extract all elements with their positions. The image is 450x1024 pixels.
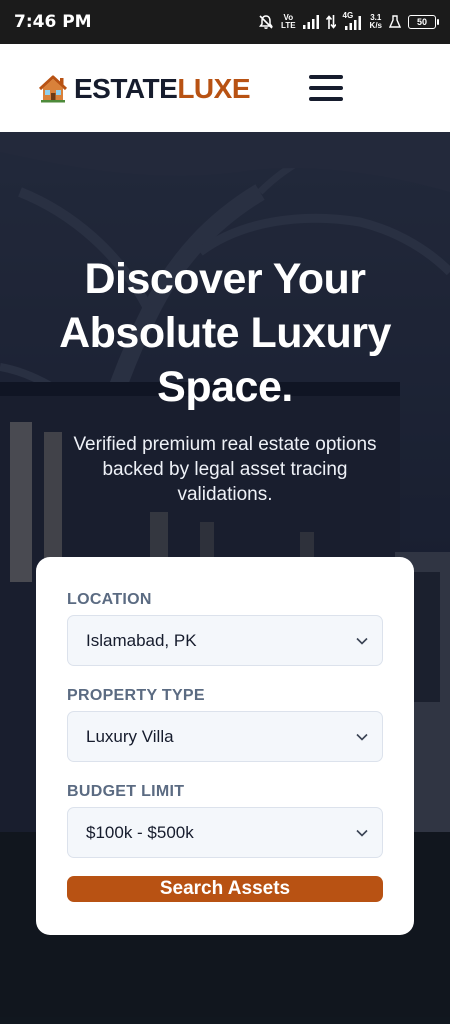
search-card: LOCATION Islamabad, PK PROPERTY TYPE Lux… xyxy=(36,557,414,935)
budget-label: BUDGET LIMIT xyxy=(67,783,185,800)
hero-title: Discover Your Absolute Luxury Space. xyxy=(59,255,391,411)
status-bar: 7:46 PM Vo LTE 4G 3.1 K/s 50 xyxy=(0,0,450,44)
house-icon xyxy=(38,75,68,103)
volte-indicator: Vo LTE xyxy=(281,13,296,30)
bell-off-icon xyxy=(259,15,274,29)
lab-flask-icon xyxy=(389,15,401,28)
signal-icon xyxy=(302,15,319,29)
status-time: 7:46 PM xyxy=(14,12,92,32)
budget-value: $100k - $500k xyxy=(86,822,194,842)
location-select[interactable]: Islamabad, PK xyxy=(67,615,383,666)
property-type-select[interactable]: Luxury Villa xyxy=(67,711,383,762)
battery-icon: 50 xyxy=(408,15,439,29)
status-icons: Vo LTE 4G 3.1 K/s 50 xyxy=(258,12,439,30)
chevron-down-icon xyxy=(356,733,368,741)
budget-select[interactable]: $100k - $500k xyxy=(67,807,383,858)
site-header: ESTATELUXE xyxy=(0,44,450,132)
property-type-value: Luxury Villa xyxy=(86,726,174,746)
data-transfer-icon xyxy=(325,15,336,29)
signal-4g-icon: 4G xyxy=(343,12,363,30)
network-speed: 3.1 K/s xyxy=(369,13,382,30)
chevron-down-icon xyxy=(356,829,368,837)
chevron-down-icon xyxy=(356,637,368,645)
property-type-label: PROPERTY TYPE xyxy=(67,687,205,704)
location-value: Islamabad, PK xyxy=(86,630,197,650)
search-assets-button[interactable]: Search Assets xyxy=(67,876,383,902)
hamburger-menu-icon[interactable] xyxy=(309,75,343,101)
logo-text-luxe: LUXE xyxy=(177,73,250,104)
hero-subtitle: Verified premium real estate options bac… xyxy=(73,434,377,505)
location-label: LOCATION xyxy=(67,591,152,608)
logo[interactable]: ESTATELUXE xyxy=(38,73,250,105)
logo-text-estate: ESTATE xyxy=(74,73,178,104)
